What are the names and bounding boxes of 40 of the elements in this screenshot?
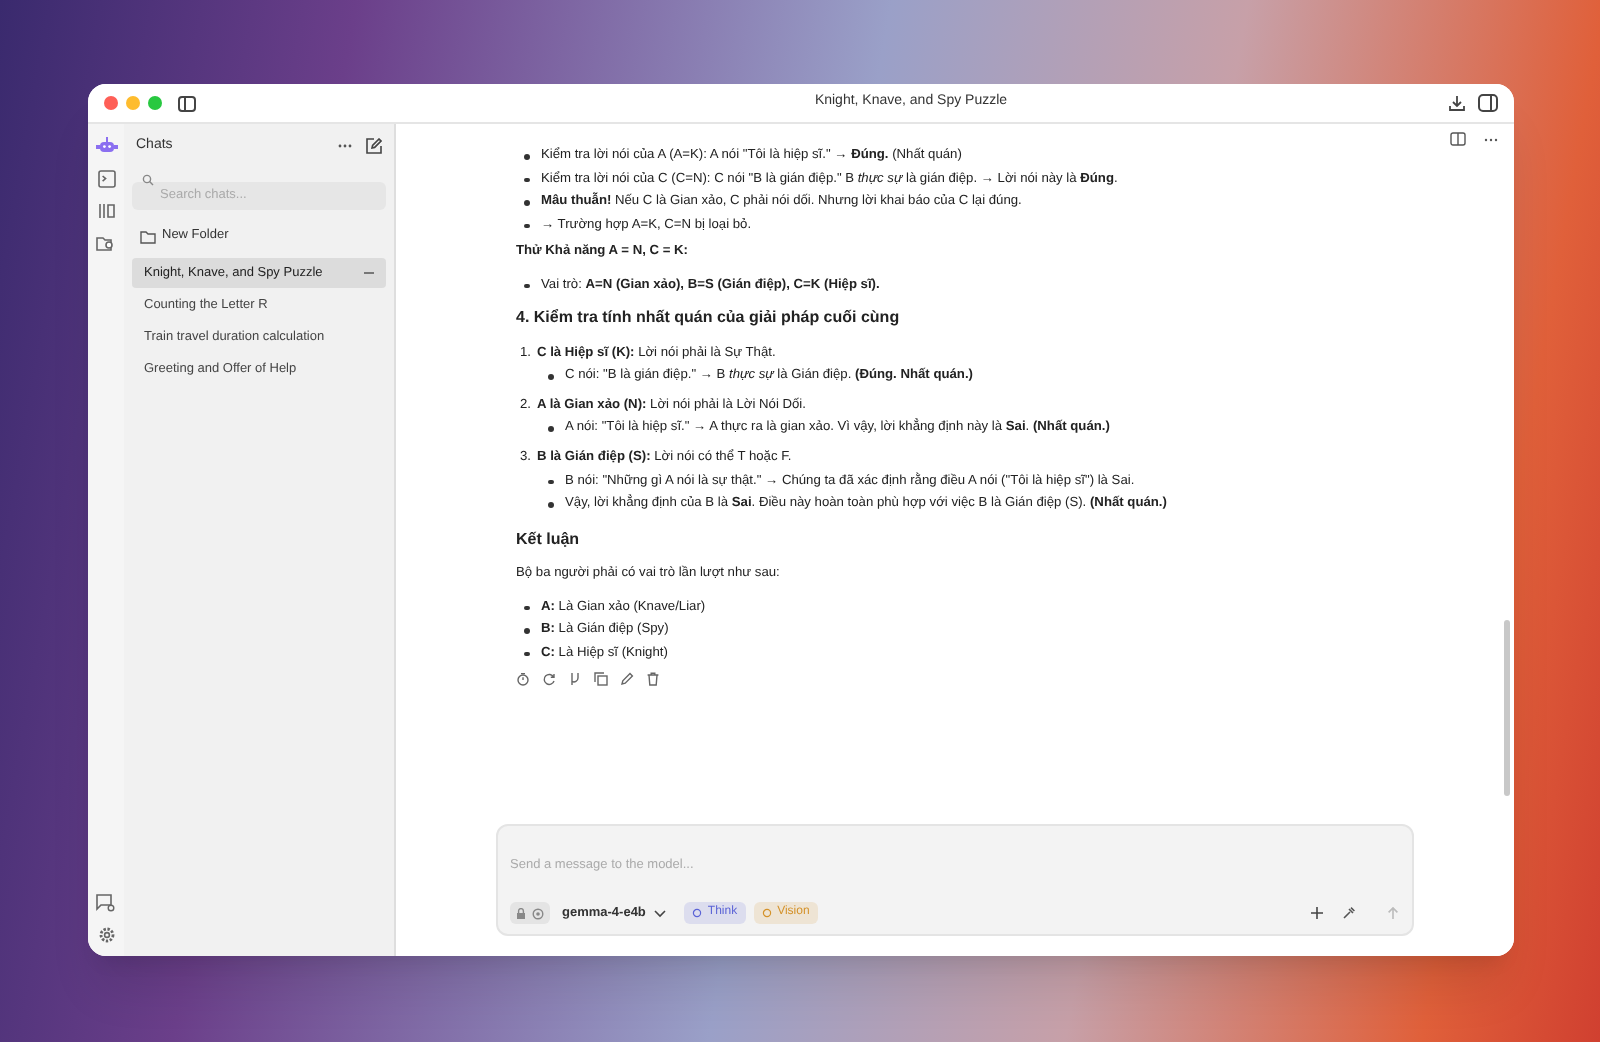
bullet-icon: [524, 283, 529, 289]
section-heading: 4. Kiểm tra tính nhất quán của giải pháp cuối cùng: [516, 308, 902, 330]
sidebar-toggle-icon[interactable]: [178, 95, 196, 111]
chevron-down-icon: [653, 909, 666, 917]
tools-icon[interactable]: [1342, 906, 1356, 920]
folder-search-icon[interactable]: [96, 234, 116, 252]
bullet-icon: [548, 426, 553, 432]
scrollbar-thumb[interactable]: [1504, 620, 1510, 796]
trash-icon[interactable]: [646, 672, 660, 687]
globe-icon[interactable]: [532, 907, 544, 919]
bullet-icon: [524, 154, 529, 159]
bullet-icon: [524, 628, 529, 634]
bullet-icon: [524, 200, 529, 206]
bullet-icon: [524, 651, 529, 657]
close-window-button[interactable]: [104, 96, 118, 110]
library-icon[interactable]: [97, 202, 115, 220]
branch-icon[interactable]: [568, 672, 582, 687]
chat-bubble-icon[interactable]: [96, 894, 116, 912]
bullet-icon: [524, 605, 529, 611]
edit-icon[interactable]: [620, 672, 634, 687]
search-icon: [142, 174, 154, 186]
compose-icon[interactable]: [366, 138, 382, 154]
robot-icon[interactable]: [95, 136, 117, 156]
regenerate-icon[interactable]: [542, 672, 556, 687]
lock-icon[interactable]: [516, 907, 526, 919]
section-heading: Kết luận: [516, 529, 582, 551]
bullet-icon: [548, 479, 553, 485]
plus-icon[interactable]: [1310, 906, 1324, 920]
bullet-icon: [548, 374, 553, 380]
bullet-icon: [524, 223, 529, 229]
split-view-icon[interactable]: [1450, 132, 1466, 146]
timer-icon[interactable]: [516, 672, 530, 687]
folder-plus-icon: [140, 229, 156, 243]
terminal-icon[interactable]: [97, 170, 115, 188]
copy-icon[interactable]: [594, 672, 608, 687]
bullet-icon: [524, 177, 529, 183]
download-icon[interactable]: [1448, 94, 1466, 112]
settings-icon[interactable]: [97, 926, 115, 944]
panel-toggle-icon[interactable]: [1478, 94, 1498, 112]
bullet-icon: [548, 502, 553, 508]
